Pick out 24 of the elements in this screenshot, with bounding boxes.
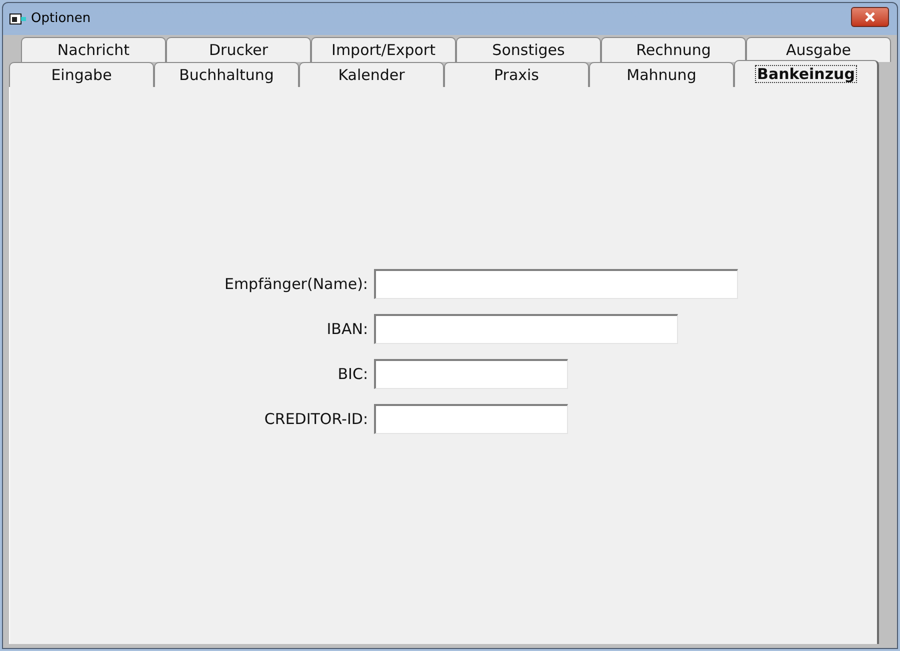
tab[interactable]: Praxis bbox=[444, 62, 589, 87]
input-field[interactable] bbox=[374, 404, 568, 434]
close-icon bbox=[864, 12, 876, 22]
tab[interactable]: Bankeinzug bbox=[734, 60, 879, 87]
tab[interactable]: Eingabe bbox=[9, 62, 154, 87]
tab[interactable]: Drucker bbox=[166, 37, 311, 62]
field-label: CREDITOR-ID: bbox=[263, 408, 369, 430]
tab[interactable]: Nachricht bbox=[21, 37, 166, 62]
tab[interactable]: Sonstiges bbox=[456, 37, 601, 62]
tab[interactable]: Import/Export bbox=[311, 37, 456, 62]
close-button[interactable] bbox=[851, 7, 889, 27]
input-field[interactable] bbox=[374, 359, 568, 389]
tab[interactable]: Buchhaltung bbox=[154, 62, 299, 87]
field-label: Empfänger(Name): bbox=[223, 274, 369, 295]
input-field[interactable] bbox=[374, 269, 738, 299]
field-label: BIC: bbox=[336, 364, 369, 385]
input-field[interactable] bbox=[374, 314, 678, 344]
field-label: IBAN: bbox=[326, 318, 369, 340]
tab[interactable]: Kalender bbox=[299, 62, 444, 87]
tab[interactable]: Ausgabe bbox=[746, 37, 891, 62]
tab[interactable]: Rechnung bbox=[601, 37, 746, 62]
app-icon bbox=[9, 12, 27, 26]
window-title: Optionen bbox=[31, 10, 91, 28]
tab[interactable]: Mahnung bbox=[589, 62, 734, 87]
